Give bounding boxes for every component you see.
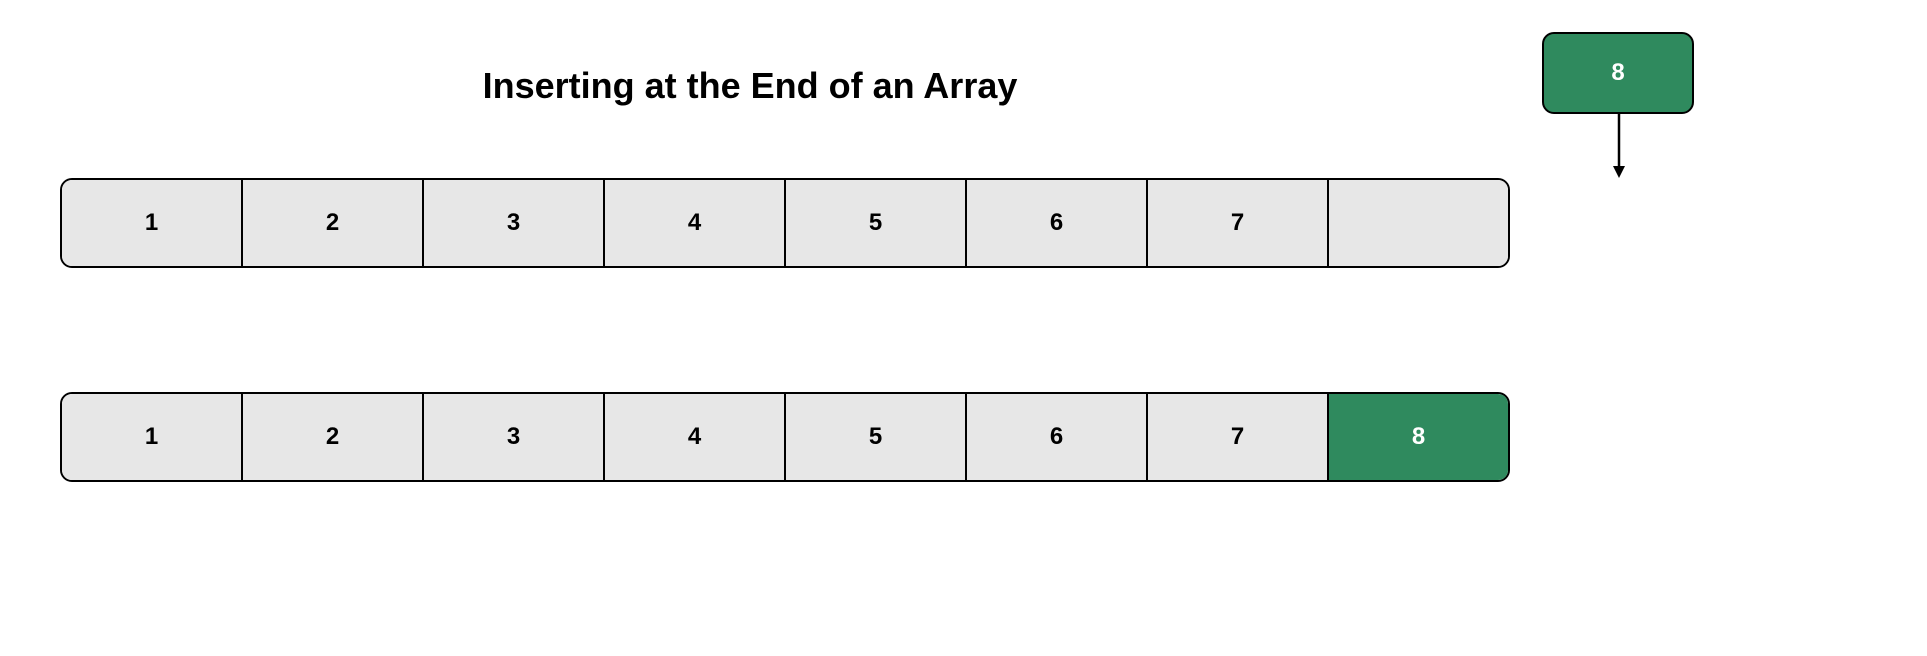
array-cell: 3 (424, 180, 605, 266)
array-row-before: 1 2 3 4 5 6 7 (60, 178, 1510, 268)
arrow-down-icon (1613, 114, 1625, 178)
insert-value-label: 8 (1611, 59, 1624, 87)
array-cell-empty (1329, 180, 1508, 266)
array-cell: 5 (786, 394, 967, 480)
insert-value-box: 8 (1542, 32, 1694, 114)
array-cell: 1 (62, 180, 243, 266)
array-cell: 6 (967, 394, 1148, 480)
array-cell: 6 (967, 180, 1148, 266)
array-cell: 5 (786, 180, 967, 266)
array-cell: 2 (243, 180, 424, 266)
array-cell: 3 (424, 394, 605, 480)
array-cell: 7 (1148, 394, 1329, 480)
array-cell: 4 (605, 180, 786, 266)
array-row-after: 1 2 3 4 5 6 7 8 (60, 392, 1510, 482)
array-cell: 2 (243, 394, 424, 480)
array-cell: 1 (62, 394, 243, 480)
array-cell-inserted: 8 (1329, 394, 1508, 480)
diagram-title: Inserting at the End of an Array (0, 65, 1500, 107)
array-cell: 4 (605, 394, 786, 480)
array-cell: 7 (1148, 180, 1329, 266)
